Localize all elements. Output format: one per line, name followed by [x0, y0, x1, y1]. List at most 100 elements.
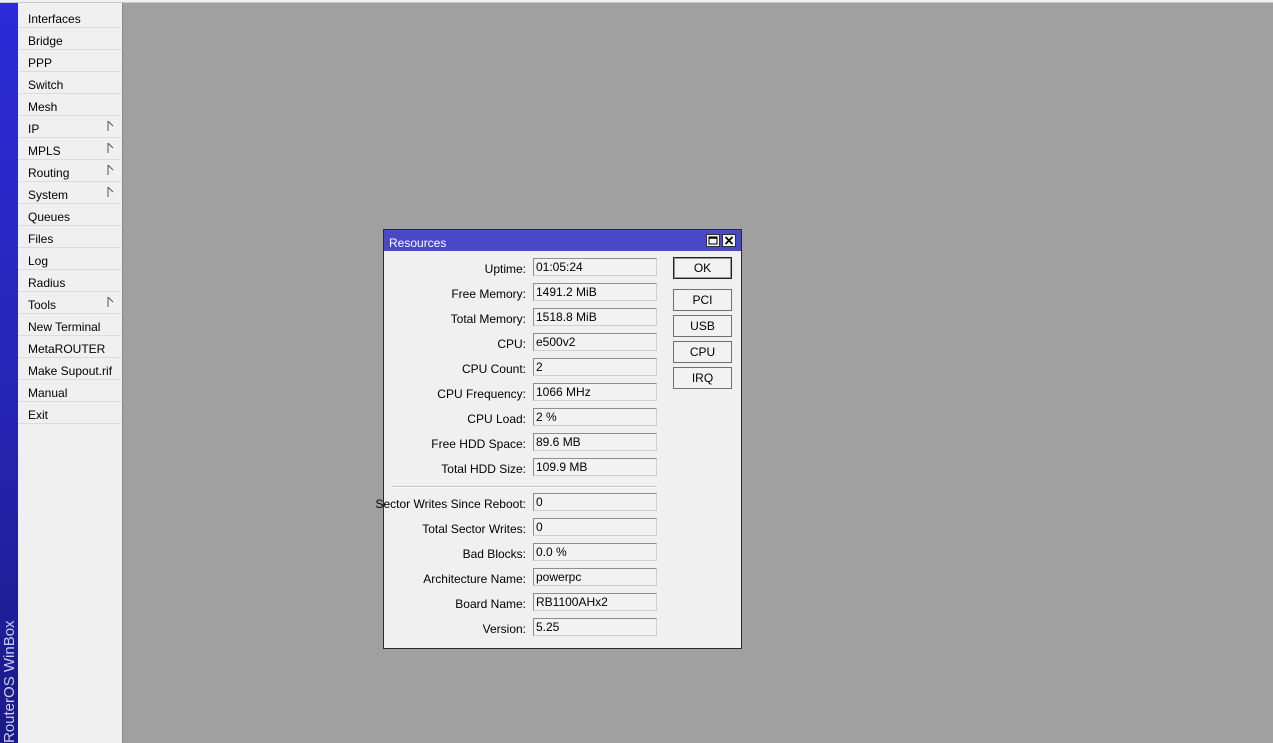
window-title: Resources: [389, 236, 447, 250]
cpu-count-label: CPU Count:: [461, 362, 526, 376]
usb-button[interactable]: USB: [673, 315, 732, 337]
menu-item-make-supout[interactable]: Make Supout.rif: [18, 358, 121, 380]
uptime-field[interactable]: 01:05:24: [533, 258, 657, 276]
menu-item-tools[interactable]: Tools: [18, 292, 121, 314]
submenu-arrow-icon: [107, 187, 114, 197]
total-hdd-size-field[interactable]: 109.9 MB: [533, 458, 657, 476]
total-sector-writes-label: Total Sector Writes:: [422, 522, 526, 536]
submenu-arrow-icon: [107, 297, 114, 307]
menu-item-mpls[interactable]: MPLS: [18, 138, 121, 160]
menu-item-label: MetaROUTER: [28, 342, 106, 356]
total-memory-field[interactable]: 1518.8 MiB: [533, 308, 657, 326]
total-hdd-size-value: 109.9 MB: [536, 460, 588, 474]
total-sector-writes-field[interactable]: 0: [533, 518, 657, 536]
main-menu: Interfaces Bridge PPP Switch Mesh IP MPL…: [18, 3, 123, 743]
version-field[interactable]: 5.25: [533, 618, 657, 636]
menu-item-label: Tools: [28, 298, 57, 312]
free-memory-label: Free Memory:: [451, 287, 526, 301]
cpu-field[interactable]: e500v2: [533, 333, 657, 351]
menu-item-log[interactable]: Log: [18, 248, 121, 270]
free-hdd-space-label: Free HDD Space:: [431, 437, 526, 451]
version-label: Version:: [482, 622, 526, 636]
menu-item-manual[interactable]: Manual: [18, 380, 121, 402]
menu-item-label: Files: [28, 232, 54, 246]
menu-item-bridge[interactable]: Bridge: [18, 28, 121, 50]
menu-item-files[interactable]: Files: [18, 226, 121, 248]
menu-item-metarouter[interactable]: MetaROUTER: [18, 336, 121, 358]
menu-item-label: Mesh: [28, 100, 58, 114]
menu-item-system[interactable]: System: [18, 182, 121, 204]
menu-item-new-terminal[interactable]: New Terminal: [18, 314, 121, 336]
menu-item-label: Bridge: [28, 34, 63, 48]
menu-item-label: Manual: [28, 386, 68, 400]
menu-item-label: Log: [28, 254, 49, 268]
menu-item-label: IP: [28, 122, 40, 136]
maximize-button[interactable]: [706, 234, 720, 247]
free-hdd-space-value: 89.6 MB: [536, 435, 581, 449]
cpu-count-field[interactable]: 2: [533, 358, 657, 376]
menu-item-label: Radius: [28, 276, 66, 290]
section-divider: [392, 486, 657, 488]
cpu-frequency-value: 1066 MHz: [536, 385, 591, 399]
sector-writes-since-reboot-field[interactable]: 0: [533, 493, 657, 511]
free-hdd-space-field[interactable]: 89.6 MB: [533, 433, 657, 451]
menu-item-label: System: [28, 188, 69, 202]
uptime-label: Uptime:: [484, 262, 526, 276]
maximize-icon: [708, 236, 718, 245]
close-button[interactable]: [722, 234, 736, 247]
menu-item-interfaces[interactable]: Interfaces: [18, 6, 121, 28]
resources-window: Resources Uptime: 01:05:24 Free Memory: …: [375, 229, 742, 649]
total-memory-value: 1518.8 MiB: [536, 310, 597, 324]
menu-item-ppp[interactable]: PPP: [18, 50, 121, 72]
menu-item-switch[interactable]: Switch: [18, 72, 121, 94]
menu-item-label: Interfaces: [28, 12, 81, 26]
uptime-value: 01:05:24: [536, 260, 583, 274]
free-memory-field[interactable]: 1491.2 MiB: [533, 283, 657, 301]
menu-item-label: MPLS: [28, 144, 61, 158]
close-icon: [724, 236, 734, 245]
version-value: 5.25: [536, 620, 560, 634]
irq-button[interactable]: IRQ: [673, 367, 732, 389]
bad-blocks-field[interactable]: 0.0 %: [533, 543, 657, 561]
brand-label: RouterOS WinBox: [1, 620, 18, 743]
cpu-load-field[interactable]: 2 %: [533, 408, 657, 426]
cpu-load-value: 2 %: [536, 410, 557, 424]
menu-item-mesh[interactable]: Mesh: [18, 94, 121, 116]
menu-item-label: New Terminal: [28, 320, 101, 334]
total-sector-writes-value: 0: [536, 520, 543, 534]
bad-blocks-label: Bad Blocks:: [462, 547, 526, 561]
submenu-arrow-icon: [107, 121, 114, 131]
bad-blocks-value: 0.0 %: [536, 545, 567, 559]
menu-item-label: Queues: [28, 210, 71, 224]
cpu-frequency-label: CPU Frequency:: [437, 387, 526, 401]
menu-item-label: Routing: [28, 166, 70, 180]
window-titlebar[interactable]: Resources: [384, 230, 741, 251]
ok-button[interactable]: OK: [673, 257, 732, 279]
architecture-name-label: Architecture Name:: [423, 572, 526, 586]
menu-item-routing[interactable]: Routing: [18, 160, 121, 182]
menu-item-label: Switch: [28, 78, 64, 92]
menu-item-label: Make Supout.rif: [28, 364, 113, 378]
menu-item-exit[interactable]: Exit: [18, 402, 121, 424]
cpu-button[interactable]: CPU: [673, 341, 732, 363]
menu-item-radius[interactable]: Radius: [18, 270, 121, 292]
architecture-name-field[interactable]: powerpc: [533, 568, 657, 586]
cpu-frequency-field[interactable]: 1066 MHz: [533, 383, 657, 401]
cpu-label: CPU:: [497, 337, 526, 351]
menu-item-ip[interactable]: IP: [18, 116, 121, 138]
sector-writes-since-reboot-value: 0: [536, 495, 543, 509]
free-memory-value: 1491.2 MiB: [536, 285, 597, 299]
cpu-count-value: 2: [536, 360, 543, 374]
pci-button[interactable]: PCI: [673, 289, 732, 311]
board-name-value: RB1100AHx2: [536, 595, 608, 609]
architecture-name-value: powerpc: [536, 570, 582, 584]
menu-item-label: Exit: [28, 408, 49, 422]
submenu-arrow-icon: [107, 165, 114, 175]
board-name-field[interactable]: RB1100AHx2: [533, 593, 657, 611]
menu-item-queues[interactable]: Queues: [18, 204, 121, 226]
submenu-arrow-icon: [107, 143, 114, 153]
sector-writes-since-reboot-label: Sector Writes Since Reboot:: [375, 497, 526, 511]
board-name-label: Board Name:: [455, 597, 526, 611]
total-memory-label: Total Memory:: [450, 312, 526, 326]
cpu-load-label: CPU Load:: [467, 412, 526, 426]
